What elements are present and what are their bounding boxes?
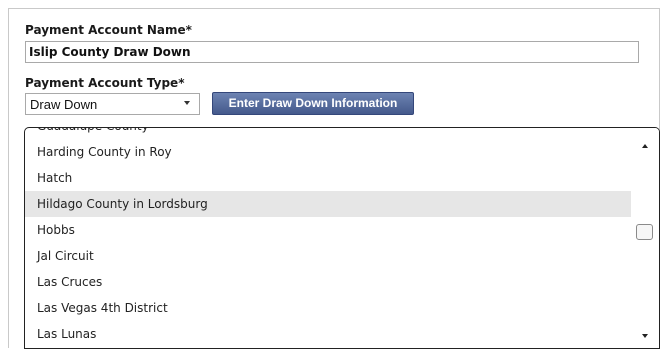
chevron-down-icon — [184, 101, 190, 105]
scroll-thumb[interactable] — [636, 224, 653, 240]
list-item[interactable]: Guadalupe County — [25, 128, 631, 139]
scroll-up-arrow-icon[interactable] — [642, 144, 648, 148]
payment-account-name-input[interactable] — [25, 41, 639, 63]
list-item[interactable]: Jal Circuit — [25, 243, 631, 269]
list-item[interactable]: Las Cruces — [25, 269, 631, 295]
list-items: Guadalupe County Harding County in Roy H… — [25, 128, 631, 347]
list-item[interactable]: Las Vegas 4th District — [25, 295, 631, 321]
scroll-down-arrow-icon[interactable] — [642, 334, 648, 338]
payment-account-name-label: Payment Account Name* — [25, 23, 192, 37]
list-item[interactable]: Hobbs — [25, 217, 631, 243]
account-listbox[interactable]: Guadalupe County Harding County in Roy H… — [24, 127, 660, 349]
payment-account-type-value: Draw Down — [30, 97, 98, 112]
payment-account-type-label: Payment Account Type* — [25, 76, 185, 90]
list-item-selected[interactable]: Hildago County in Lordsburg — [25, 191, 631, 217]
payment-account-type-select[interactable]: Draw Down — [25, 93, 200, 115]
list-item[interactable]: Hatch — [25, 165, 631, 191]
enter-draw-down-button[interactable]: Enter Draw Down Information — [212, 92, 414, 115]
list-item[interactable]: Las Lunas — [25, 321, 631, 347]
list-scrollbar[interactable] — [632, 128, 659, 348]
list-item[interactable]: Harding County in Roy — [25, 139, 631, 165]
